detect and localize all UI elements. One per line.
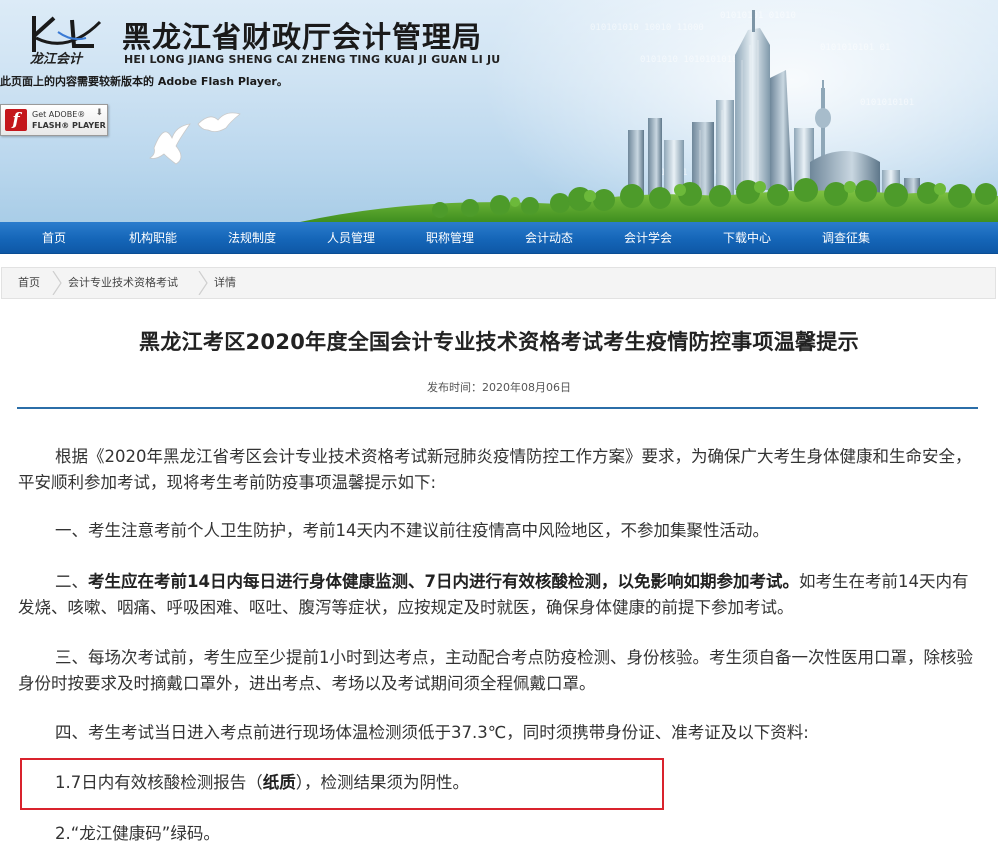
nav-item-home[interactable]: 首页	[24, 222, 84, 254]
article-paragraph-3: 三、每场次考试前，考生应至少提前1小时到达考点，主动配合考点防疫检测、身份核验。…	[18, 648, 973, 693]
svg-text:0101010101: 0101010101	[860, 98, 914, 108]
nav-item-survey[interactable]: 调查征集	[811, 222, 881, 254]
title-divider	[17, 407, 978, 409]
dove-image	[149, 123, 191, 165]
article-meta: 发布时间：2020年08月06日	[0, 379, 998, 395]
article-title: 黑龙江考区2020年度全国会计专业技术资格考试考生疫情防控事项温馨提示	[139, 330, 859, 354]
nav-item-titles[interactable]: 职称管理	[415, 222, 485, 254]
breadcrumb-separator-icon	[198, 271, 208, 295]
flash-icon: f	[5, 109, 27, 131]
flash-badge-line2: FLASH® PLAYER	[32, 121, 106, 130]
paper-emphasis: 纸质	[262, 773, 296, 792]
get-flash-player-button[interactable]: f Get ADOBE® FLASH® PLAYER ⬇	[0, 104, 108, 136]
logo-subtitle: 龙江会计	[30, 52, 83, 67]
breadcrumb-separator-icon	[52, 271, 62, 295]
nav-item-society[interactable]: 会计学会	[613, 222, 683, 254]
article-paragraph-1: 一、考生注意考前个人卫生防护，考前14天内不建议前往疫情高中风险地区，不参加集聚…	[55, 521, 769, 540]
breadcrumb-home[interactable]: 首页	[18, 268, 40, 298]
requirement-item-2: 2.“龙江健康码”绿码。	[55, 824, 220, 843]
article-paragraph-2: 二、考生应在考前14日内每日进行身体健康监测、7日内进行有效核酸检测，以免影响如…	[18, 572, 969, 617]
nav-item-news[interactable]: 会计动态	[514, 222, 584, 254]
download-arrow-icon: ⬇	[95, 108, 103, 118]
flash-notice: 此页面上的内容需要较新版本的 Adobe Flash Player。	[0, 75, 288, 88]
dove-image	[197, 112, 241, 132]
nav-item-regulations[interactable]: 法规制度	[217, 222, 287, 254]
main-nav: 首页 机构职能 法规制度 人员管理 职称管理 会计动态 会计学会 下载中心 调查…	[0, 222, 998, 254]
flash-badge-line1: Get ADOBE®	[32, 110, 86, 119]
publish-date: 2020年08月06日	[482, 381, 571, 394]
article-paragraph-4: 四、考生考试当日进入考点前进行现场体温检测须低于37.3℃，同时须携带身份证、准…	[55, 723, 809, 742]
breadcrumb-category[interactable]: 会计专业技术资格考试	[68, 268, 178, 298]
article-paragraph-intro: 根据《2020年黑龙江省考区会计专业技术资格考试新冠肺炎疫情防控工作方案》要求，…	[18, 447, 972, 492]
bold-requirement: 考生应在考前14日内每日进行身体健康监测、7日内进行有效核酸检测，以免影响如期参…	[88, 572, 799, 591]
publish-label: 发布时间：	[427, 381, 482, 394]
requirement-item-1: 1.7日内有效核酸检测报告（纸质），检测结果须为阴性。	[55, 773, 469, 792]
breadcrumb-current: 详情	[214, 276, 236, 289]
header-banner: 010101010 10010 11000 0101010 1010101010…	[0, 0, 998, 222]
svg-text:010101010 10010 11000: 010101010 10010 11000	[590, 23, 704, 33]
svg-text:0101010 1010101010: 0101010 1010101010	[640, 55, 738, 65]
svg-text:0101010101 01: 0101010101 01	[820, 43, 890, 53]
nav-item-personnel[interactable]: 人员管理	[316, 222, 386, 254]
site-title: 黑龙江省财政厅会计管理局	[122, 20, 483, 54]
site-pinyin: HEI LONG JIANG SHENG CAI ZHENG TING KUAI…	[124, 53, 501, 66]
nav-item-functions[interactable]: 机构职能	[118, 222, 188, 254]
nav-item-downloads[interactable]: 下载中心	[712, 222, 782, 254]
svg-text:01010101 01010: 01010101 01010	[720, 11, 796, 21]
breadcrumb: 首页 会计专业技术资格考试 详情	[1, 267, 996, 299]
